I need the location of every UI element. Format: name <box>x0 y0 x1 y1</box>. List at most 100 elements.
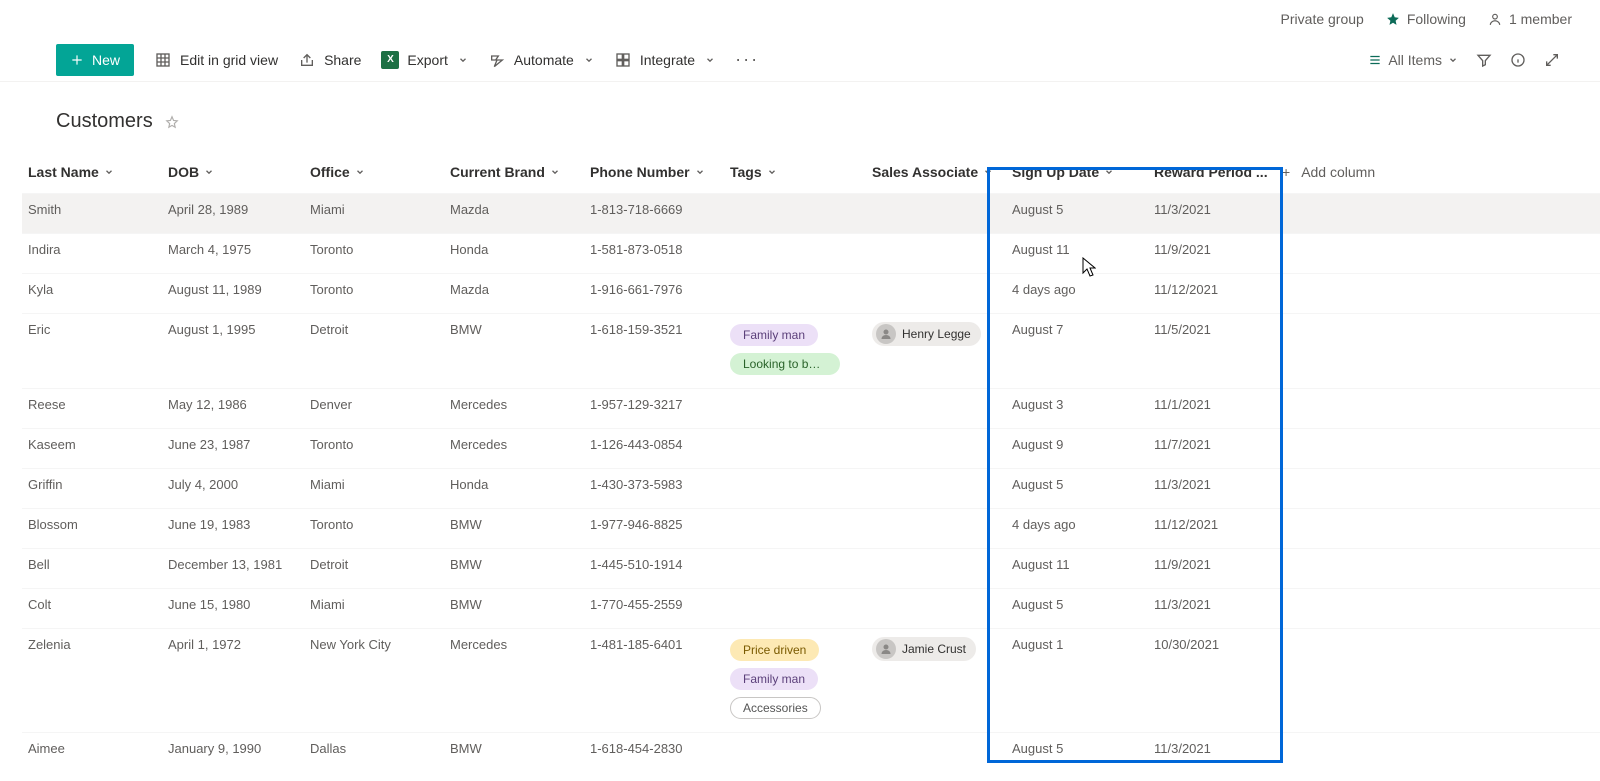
col-office[interactable]: Office <box>304 164 444 180</box>
automate-button[interactable]: Automate <box>488 51 594 69</box>
command-bar: New Edit in grid view Share X Export Aut… <box>0 38 1600 82</box>
list-content: Customers Last Name DOB Office Current B… <box>0 82 1600 772</box>
cell-signup: August 9 <box>1006 437 1148 452</box>
cell-reward: 11/1/2021 <box>1148 397 1276 412</box>
table-row[interactable]: GriffinJuly 4, 2000MiamiHonda1-430-373-5… <box>22 468 1600 508</box>
cell-signup: August 1 <box>1006 637 1148 652</box>
cell-brand: BMW <box>444 322 584 337</box>
cell-phone: 1-813-718-6669 <box>584 202 724 217</box>
table-row[interactable]: AimeeJanuary 9, 1990DallasBMW1-618-454-2… <box>22 732 1600 772</box>
tag-pill[interactable]: Looking to buy s... <box>730 353 840 375</box>
share-icon <box>298 51 316 69</box>
table-row[interactable]: BlossomJune 19, 1983TorontoBMW1-977-946-… <box>22 508 1600 548</box>
cell-signup: August 11 <box>1006 242 1148 257</box>
cell-dob: January 9, 1990 <box>162 741 304 756</box>
cell-last-name: Bell <box>22 557 162 572</box>
cell-brand: Honda <box>444 477 584 492</box>
table-row[interactable]: ReeseMay 12, 1986DenverMercedes1-957-129… <box>22 388 1600 428</box>
table-row[interactable]: IndiraMarch 4, 1975TorontoHonda1-581-873… <box>22 233 1600 273</box>
col-tags[interactable]: Tags <box>724 164 866 180</box>
col-signup[interactable]: Sign Up Date <box>1006 164 1148 180</box>
overflow-button[interactable]: ··· <box>735 49 759 70</box>
cell-last-name: Griffin <box>22 477 162 492</box>
table-row[interactable]: ZeleniaApril 1, 1972New York CityMercede… <box>22 628 1600 732</box>
chevron-down-icon <box>1104 167 1114 177</box>
table-row[interactable]: ColtJune 15, 1980MiamiBMW1-770-455-2559A… <box>22 588 1600 628</box>
col-reward[interactable]: Reward Period ... <box>1148 164 1276 180</box>
table-row[interactable]: EricAugust 1, 1995DetroitBMW1-618-159-35… <box>22 313 1600 388</box>
export-button[interactable]: X Export <box>381 51 467 69</box>
flow-icon <box>488 51 506 69</box>
col-dob[interactable]: DOB <box>162 164 304 180</box>
cell-reward: 11/5/2021 <box>1148 322 1276 337</box>
integrate-button[interactable]: Integrate <box>614 51 715 69</box>
edit-grid-label: Edit in grid view <box>180 52 278 68</box>
cell-signup: August 5 <box>1006 597 1148 612</box>
tag-pill[interactable]: Price driven <box>730 639 819 661</box>
integrate-icon <box>614 51 632 69</box>
col-assoc[interactable]: Sales Associate <box>866 164 1006 180</box>
person-chip[interactable]: Henry Legge <box>872 322 981 346</box>
suite-header: Private group Following 1 member <box>0 0 1600 38</box>
info-button[interactable] <box>1510 52 1526 68</box>
new-button[interactable]: New <box>56 44 134 76</box>
cell-reward: 11/12/2021 <box>1148 517 1276 532</box>
star-outline-icon <box>165 115 179 129</box>
cell-dob: August 11, 1989 <box>162 282 304 297</box>
filter-button[interactable] <box>1476 52 1492 68</box>
edit-grid-button[interactable]: Edit in grid view <box>154 51 278 69</box>
cell-signup: August 5 <box>1006 202 1148 217</box>
expand-button[interactable] <box>1544 52 1560 68</box>
cell-phone: 1-977-946-8825 <box>584 517 724 532</box>
tag-pill[interactable]: Accessories <box>730 697 821 719</box>
tag-pill[interactable]: Family man <box>730 324 818 346</box>
cell-last-name: Kyla <box>22 282 162 297</box>
cell-last-name: Kaseem <box>22 437 162 452</box>
members-button[interactable]: 1 member <box>1488 11 1572 27</box>
integrate-label: Integrate <box>640 52 695 68</box>
person-name: Jamie Crust <box>902 642 966 656</box>
favorite-button[interactable] <box>165 115 179 129</box>
excel-icon: X <box>381 51 399 69</box>
person-icon <box>1488 12 1502 26</box>
cell-office: New York City <box>304 637 444 652</box>
chevron-down-icon <box>983 167 993 177</box>
cell-brand: Mazda <box>444 202 584 217</box>
cell-phone: 1-481-185-6401 <box>584 637 724 652</box>
cell-last-name: Eric <box>22 322 162 337</box>
person-chip[interactable]: Jamie Crust <box>872 637 976 661</box>
add-column-button[interactable]: +Add column <box>1276 164 1386 180</box>
private-group-label: Private group <box>1281 11 1364 27</box>
cell-last-name: Smith <box>22 202 162 217</box>
cell-phone: 1-618-159-3521 <box>584 322 724 337</box>
cell-office: Denver <box>304 397 444 412</box>
new-button-label: New <box>92 52 120 68</box>
filter-icon <box>1476 52 1492 68</box>
table-row[interactable]: BellDecember 13, 1981DetroitBMW1-445-510… <box>22 548 1600 588</box>
chevron-down-icon <box>767 167 777 177</box>
table-row[interactable]: KaseemJune 23, 1987TorontoMercedes1-126-… <box>22 428 1600 468</box>
cell-last-name: Zelenia <box>22 637 162 652</box>
tag-pill[interactable]: Family man <box>730 668 818 690</box>
view-selector[interactable]: All Items <box>1368 52 1458 68</box>
cell-dob: April 28, 1989 <box>162 202 304 217</box>
table-row[interactable]: KylaAugust 11, 1989TorontoMazda1-916-661… <box>22 273 1600 313</box>
cell-reward: 10/30/2021 <box>1148 637 1276 652</box>
cell-signup: August 7 <box>1006 322 1148 337</box>
chevron-down-icon <box>584 55 594 65</box>
export-label: Export <box>407 52 447 68</box>
automate-label: Automate <box>514 52 574 68</box>
share-button[interactable]: Share <box>298 51 361 69</box>
cell-office: Detroit <box>304 322 444 337</box>
chevron-down-icon <box>550 167 560 177</box>
cell-last-name: Blossom <box>22 517 162 532</box>
col-brand[interactable]: Current Brand <box>444 164 584 180</box>
cell-office: Miami <box>304 202 444 217</box>
col-last-name[interactable]: Last Name <box>22 164 162 180</box>
following-button[interactable]: Following <box>1386 11 1466 27</box>
cell-last-name: Indira <box>22 242 162 257</box>
col-phone[interactable]: Phone Number <box>584 164 724 180</box>
cell-dob: June 19, 1983 <box>162 517 304 532</box>
table-row[interactable]: SmithApril 28, 1989MiamiMazda1-813-718-6… <box>22 193 1600 233</box>
cell-dob: June 15, 1980 <box>162 597 304 612</box>
